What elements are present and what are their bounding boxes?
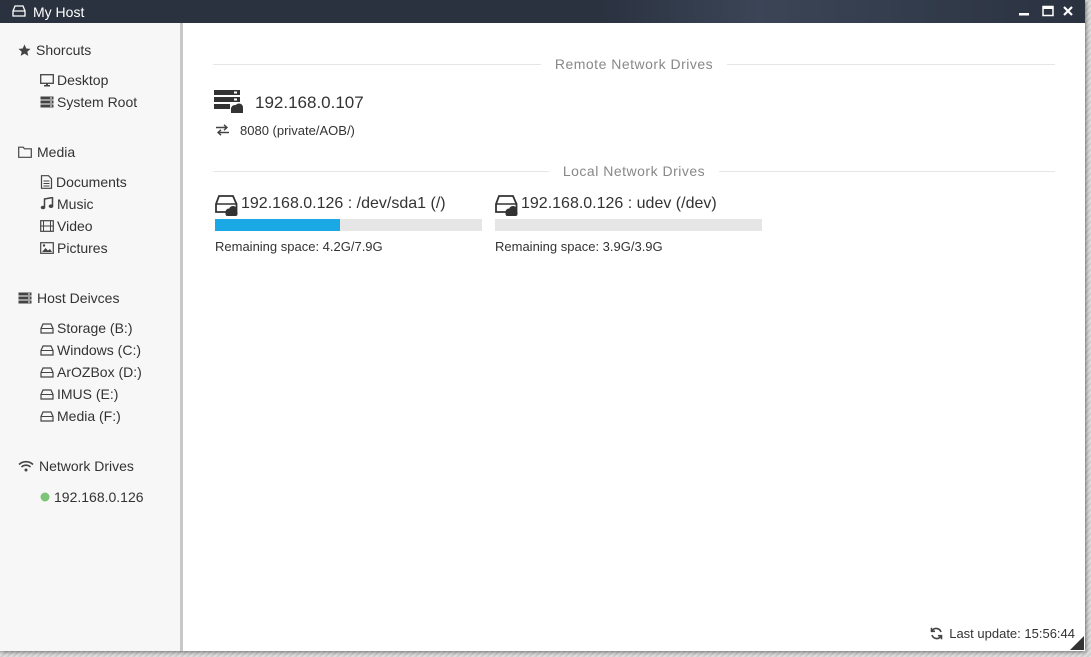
online-status-icon	[40, 492, 50, 501]
sidebar-item-windows[interactable]: Windows (C:)	[40, 342, 141, 358]
title-bar[interactable]: My Host	[0, 0, 1085, 23]
monitor-icon	[40, 73, 54, 86]
drive-icon	[40, 388, 54, 400]
local-section-header: Local Network Drives	[183, 163, 1085, 179]
close-button[interactable]	[1061, 4, 1075, 18]
usage-bar	[215, 219, 482, 231]
sidebar-item-aroZbox[interactable]: ArOZBox (D:)	[40, 364, 142, 380]
drive-icon	[40, 344, 54, 356]
drive-icon	[40, 366, 54, 378]
sidebar-item-music[interactable]: Music	[40, 196, 94, 212]
sidebar-item-label: 192.168.0.126	[54, 489, 144, 505]
sidebar-item-network-192-168-0-126[interactable]: 192.168.0.126	[40, 489, 144, 505]
sidebar-item-label: Windows (C:)	[57, 342, 142, 358]
window-title: My Host	[33, 4, 85, 20]
sidebar-item-label: System Root	[57, 94, 138, 110]
sidebar-item-media-drive[interactable]: Media (F:)	[40, 408, 121, 424]
section-label: Media	[37, 144, 76, 160]
remote-drive-port: 8080 (private/AOB/)	[240, 123, 355, 138]
star-icon	[18, 44, 31, 56]
sidebar: Shorcuts Desktop System Root Media Docum…	[0, 23, 183, 651]
section-host-devices: Host Deivces	[18, 290, 119, 306]
sidebar-item-desktop[interactable]: Desktop	[40, 72, 108, 88]
drive-icon	[40, 322, 54, 334]
sidebar-item-label: Documents	[56, 174, 127, 190]
remote-drive-ip[interactable]: 192.168.0.107	[255, 93, 364, 113]
remote-section-header: Remote Network Drives	[183, 56, 1085, 72]
sidebar-item-storage[interactable]: Storage (B:)	[40, 320, 132, 336]
folder-icon	[18, 146, 32, 158]
sidebar-item-documents[interactable]: Documents	[40, 174, 127, 190]
wifi-icon	[18, 460, 34, 472]
drive-icon	[40, 410, 54, 422]
local-section-title: Local Network Drives	[548, 163, 720, 179]
section-network-drives: Network Drives	[18, 458, 134, 474]
sidebar-item-label: Desktop	[57, 72, 109, 88]
remaining-space: Remaining space: 3.9G/3.9G	[495, 239, 663, 254]
usage-bar-fill	[215, 219, 340, 231]
sidebar-item-label: Media (F:)	[57, 408, 121, 424]
section-label: Shorcuts	[36, 42, 92, 58]
sidebar-item-imus[interactable]: IMUS (E:)	[40, 386, 118, 402]
section-media: Media	[18, 144, 75, 160]
last-update-text: Last update: 15:56:44	[949, 626, 1075, 641]
document-icon	[40, 175, 53, 189]
sidebar-item-system-root[interactable]: System Root	[40, 94, 137, 110]
my-host-window: My Host Shorcuts Desktop System Root Med…	[0, 0, 1085, 651]
section-label: Host Deivces	[37, 290, 120, 306]
sidebar-item-label: ArOZBox (D:)	[57, 364, 142, 380]
remote-section-title: Remote Network Drives	[540, 56, 728, 72]
cloud-drive-icon	[215, 195, 238, 216]
section-shortcuts: Shorcuts	[18, 42, 91, 58]
sidebar-item-label: Music	[57, 196, 94, 212]
server-icon	[18, 292, 32, 304]
sidebar-item-video[interactable]: Video	[40, 218, 93, 234]
resize-grip-icon[interactable]	[1070, 636, 1084, 650]
minimize-icon	[1019, 13, 1029, 16]
sidebar-item-label: Storage (B:)	[57, 320, 133, 336]
maximize-icon	[1042, 5, 1054, 17]
drive-title: 192.168.0.126 : /dev/sda1 (/)	[241, 195, 446, 212]
picture-icon	[40, 242, 54, 254]
music-icon	[40, 197, 54, 210]
cloud-drive-icon	[495, 195, 518, 216]
refresh-icon[interactable]	[930, 627, 943, 640]
sidebar-item-pictures[interactable]: Pictures	[40, 240, 108, 256]
exchange-icon	[216, 124, 229, 136]
sidebar-item-label: Video	[57, 218, 93, 234]
close-icon	[1063, 6, 1073, 16]
server-icon	[40, 96, 54, 108]
last-update: Last update: 15:56:44	[930, 626, 1075, 641]
drive-icon	[12, 5, 26, 17]
cloud-server-icon	[214, 90, 243, 113]
film-icon	[40, 220, 54, 232]
drive-title: 192.168.0.126 : udev (/dev)	[521, 195, 717, 212]
main-content: Remote Network Drives 192.168.0.107 8080…	[183, 23, 1085, 651]
section-label: Network Drives	[39, 458, 134, 474]
usage-bar	[495, 219, 762, 231]
sidebar-item-label: IMUS (E:)	[57, 386, 119, 402]
maximize-button[interactable]	[1041, 4, 1055, 18]
minimize-button[interactable]	[1017, 4, 1031, 18]
sidebar-item-label: Pictures	[57, 240, 108, 256]
remaining-space: Remaining space: 4.2G/7.9G	[215, 239, 383, 254]
